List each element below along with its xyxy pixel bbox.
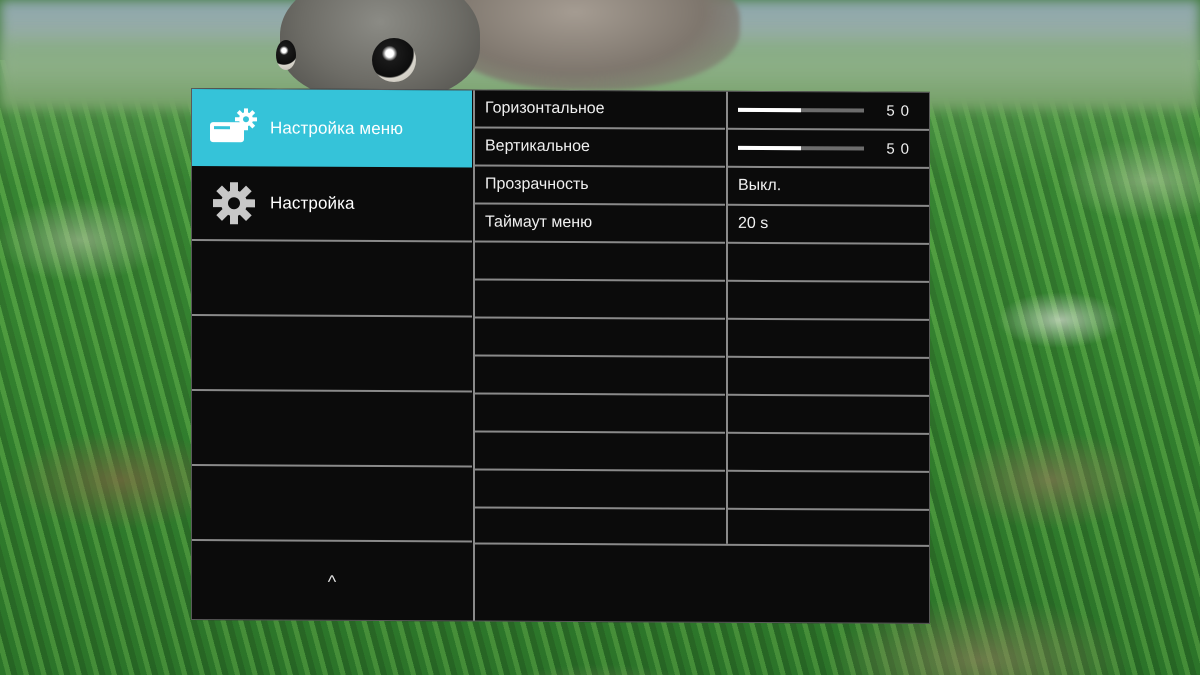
menu-category-list: Настройка меню Настройка ^: [192, 89, 472, 620]
vertical-value-text: 50: [886, 140, 915, 158]
setting-empty-row: [475, 356, 725, 396]
horizontal-value-text: 50: [886, 102, 915, 120]
squirrel-eye-left: [276, 40, 296, 70]
menu-category-label: Настройка меню: [270, 117, 404, 138]
transparency-value[interactable]: Выкл.: [728, 167, 929, 207]
setting-label: Вертикальное: [485, 137, 590, 156]
gear-icon: [206, 175, 262, 231]
osd-menu: Настройка меню Настройка ^ Горизонтально…: [191, 88, 930, 624]
value-text: Выкл.: [738, 176, 782, 195]
menu-category-empty: [192, 316, 472, 393]
value-empty-row: [728, 319, 929, 359]
value-empty-row: [728, 395, 929, 435]
vertical-slider[interactable]: [738, 145, 864, 151]
slider-fill: [738, 145, 801, 151]
scroll-up-button[interactable]: ^: [192, 544, 472, 620]
setting-empty-row: [475, 318, 725, 358]
slider-fill: [738, 107, 801, 113]
setting-empty-row: [475, 242, 725, 282]
squirrel-eye-right: [372, 38, 416, 82]
menu-category-menu-settings[interactable]: Настройка меню: [192, 89, 472, 168]
value-empty-row: [728, 281, 929, 321]
setting-empty-row: [475, 470, 725, 510]
setting-value-list: 50 50 Выкл. 20 s: [728, 91, 929, 545]
value-text: 20 s: [738, 214, 769, 233]
setting-empty-row: [475, 394, 725, 434]
setting-horizontal[interactable]: Горизонтальное: [475, 90, 725, 130]
menu-timeout-value[interactable]: 20 s: [728, 205, 929, 245]
menu-category-empty: [192, 241, 472, 318]
value-empty-row: [728, 433, 929, 473]
horizontal-value[interactable]: 50: [728, 91, 929, 131]
setting-menu-timeout[interactable]: Таймаут меню: [475, 204, 725, 244]
horizontal-slider[interactable]: [738, 107, 864, 113]
vertical-value[interactable]: 50: [728, 129, 929, 169]
value-empty-row: [728, 471, 929, 511]
menu-category-label: Настройка: [270, 192, 355, 213]
setting-vertical[interactable]: Вертикальное: [475, 128, 725, 168]
menu-category-empty: [192, 466, 472, 543]
setting-transparency[interactable]: Прозрачность: [475, 166, 725, 206]
setting-name-list: Горизонтальное Вертикальное Прозрачность…: [475, 90, 725, 543]
menu-category-setup[interactable]: Настройка: [192, 166, 472, 243]
chevron-up-icon: ^: [327, 571, 337, 592]
setting-label: Таймаут меню: [485, 213, 593, 232]
menu-settings-icon: [206, 100, 262, 156]
setting-label: Горизонтальное: [485, 99, 605, 118]
value-empty-row: [728, 357, 929, 397]
value-empty-row: [728, 243, 929, 283]
menu-category-empty: [192, 391, 472, 468]
setting-label: Прозрачность: [485, 175, 589, 194]
setting-empty-row: [475, 280, 725, 320]
setting-empty-row: [475, 432, 725, 472]
